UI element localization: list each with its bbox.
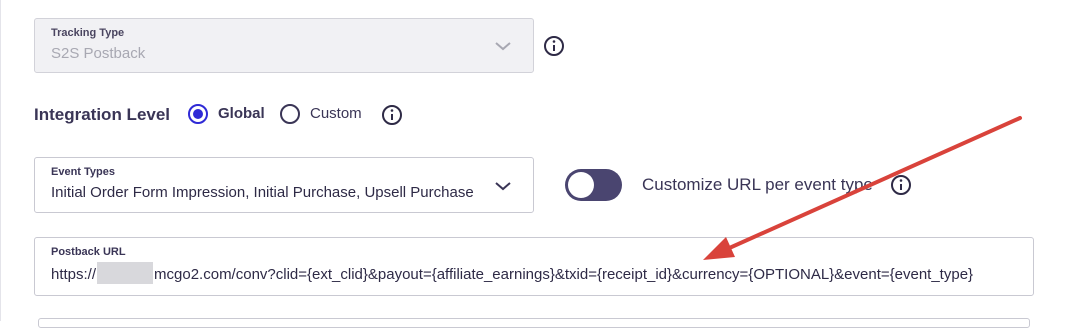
redacted-domain [97,262,154,285]
integration-level-label: Integration Level [34,105,171,124]
postback-url-suffix: mcgo2.com/conv?clid={ext_clid}&payout={a… [154,266,974,283]
radio-custom[interactable] [280,104,300,124]
event-types-value: Initial Order Form Impression, Initial P… [51,184,474,201]
radio-global-label[interactable]: Global [218,105,265,122]
info-icon[interactable] [543,35,565,57]
postback-url-field[interactable]: Postback URL https:// mcgo2.com/conv?clid… [34,237,1034,296]
info-icon[interactable] [890,174,912,196]
chevron-down-icon [495,182,511,191]
left-divider [0,0,1,321]
toggle-knob [568,172,594,198]
customize-url-label: Customize URL per event type [642,175,873,194]
info-icon[interactable] [381,104,403,126]
tracking-type-value: S2S Postback [51,45,146,62]
next-section-card [38,318,1030,328]
postback-url-label: Postback URL [51,246,126,258]
event-types-select[interactable]: Event Types Initial Order Form Impressio… [34,157,534,213]
radio-global[interactable] [188,104,208,124]
chevron-down-icon [495,42,511,51]
tracking-type-label: Tracking Type [51,27,125,39]
customize-url-toggle[interactable] [565,169,622,201]
radio-custom-label[interactable]: Custom [310,105,362,122]
postback-url-prefix: https:// [51,266,97,283]
tracking-type-select[interactable]: Tracking Type S2S Postback [34,18,534,73]
postback-url-value[interactable]: https:// mcgo2.com/conv?clid={ext_clid}&p… [51,262,974,285]
event-types-label: Event Types [51,166,115,178]
